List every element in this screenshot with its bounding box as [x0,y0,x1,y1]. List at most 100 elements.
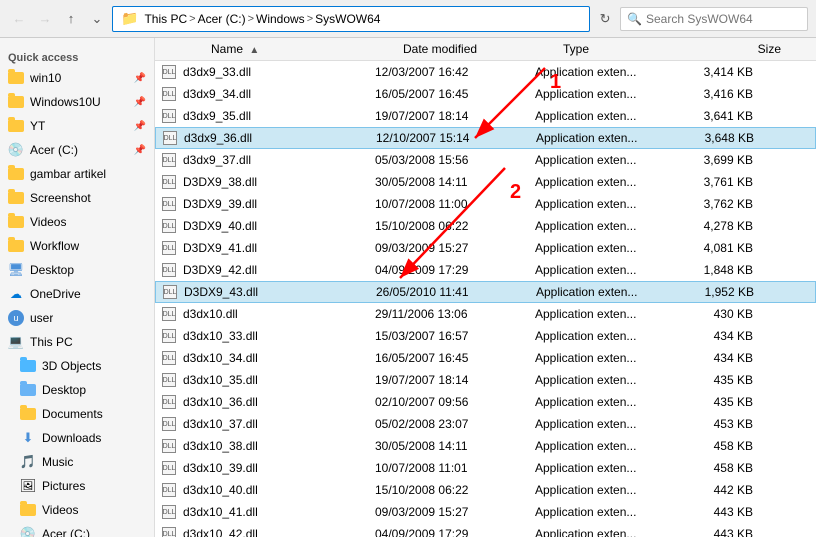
table-row[interactable]: DLL d3dx10.dll 29/11/2006 13:06 Applicat… [155,303,816,325]
file-name: d3dx10_33.dll [183,329,375,343]
music-icon: 🎵 [20,454,36,470]
sidebar-item-videos-pc[interactable]: Videos [0,498,154,522]
file-icon: DLL [155,219,183,233]
table-row[interactable]: DLL D3DX9_43.dll 26/05/2010 11:41 Applic… [155,281,816,303]
sidebar-item-workflow[interactable]: Workflow [0,234,154,258]
folder-icon [8,70,24,86]
sidebar-item-music[interactable]: 🎵 Music [0,450,154,474]
file-date: 29/11/2006 13:06 [375,307,535,321]
file-date: 10/07/2008 11:00 [375,197,535,211]
file-type: Application exten... [535,527,685,537]
file-icon: DLL [155,109,183,123]
sidebar-item-windows10u[interactable]: Windows10U 📌 [0,90,154,114]
file-type: Application exten... [535,395,685,409]
file-size: 1,952 KB [686,285,766,299]
address-bar[interactable]: 📁 This PC > Acer (C:) > Windows > SysWOW… [112,6,590,32]
file-name: D3DX9_40.dll [183,219,375,233]
sidebar-item-yt[interactable]: YT 📌 [0,114,154,138]
table-row[interactable]: DLL d3dx10_42.dll 04/09/2009 17:29 Appli… [155,523,816,537]
file-type: Application exten... [535,307,685,321]
file-type: Application exten... [536,131,686,145]
file-name: d3dx9_33.dll [183,65,375,79]
file-date: 19/07/2007 18:14 [375,109,535,123]
refresh-button[interactable]: ↻ [594,8,616,30]
file-date: 16/05/2007 16:45 [375,87,535,101]
file-name: D3DX9_38.dll [183,175,375,189]
addr-syswow64[interactable]: SysWOW64 [315,12,380,26]
sidebar-item-user[interactable]: u user [0,306,154,330]
table-row[interactable]: DLL d3dx9_35.dll 19/07/2007 18:14 Applic… [155,105,816,127]
table-row[interactable]: DLL d3dx10_33.dll 15/03/2007 16:57 Appli… [155,325,816,347]
header-type[interactable]: Type [563,42,713,56]
file-list[interactable]: Name ▲ Date modified Type Size DLL d3dx9… [155,38,816,537]
file-date: 05/03/2008 15:56 [375,153,535,167]
table-row[interactable]: DLL d3dx10_35.dll 19/07/2007 18:14 Appli… [155,369,816,391]
table-row[interactable]: DLL D3DX9_38.dll 30/05/2008 14:11 Applic… [155,171,816,193]
file-type: Application exten... [535,417,685,431]
file-icon: DLL [155,241,183,255]
table-row[interactable]: DLL D3DX9_40.dll 15/10/2008 06:22 Applic… [155,215,816,237]
file-icon: DLL [155,373,183,387]
file-name: d3dx9_35.dll [183,109,375,123]
file-type: Application exten... [535,439,685,453]
table-row[interactable]: DLL d3dx10_38.dll 30/05/2008 14:11 Appli… [155,435,816,457]
forward-button[interactable]: → [34,8,56,30]
sidebar-item-onedrive[interactable]: ☁ OneDrive [0,282,154,306]
file-type: Application exten... [535,461,685,475]
sidebar-item-documents[interactable]: Documents [0,402,154,426]
file-icon: DLL [155,307,183,321]
search-input[interactable] [646,12,801,26]
table-row[interactable]: DLL d3dx9_34.dll 16/05/2007 16:45 Applic… [155,83,816,105]
file-rows-container: DLL d3dx9_33.dll 12/03/2007 16:42 Applic… [155,61,816,537]
addr-this-pc[interactable]: This PC [144,12,187,26]
file-icon: DLL [155,461,183,475]
header-size[interactable]: Size [713,42,793,56]
table-row[interactable]: DLL D3DX9_39.dll 10/07/2008 11:00 Applic… [155,193,816,215]
sidebar-item-screenshot[interactable]: Screenshot [0,186,154,210]
table-row[interactable]: DLL D3DX9_41.dll 09/03/2009 15:27 Applic… [155,237,816,259]
file-icon: DLL [156,131,184,145]
sidebar-item-desktop[interactable]: 🖥 Desktop [0,258,154,282]
sidebar-item-this-pc[interactable]: 💻 This PC [0,330,154,354]
table-row[interactable]: DLL d3dx9_33.dll 12/03/2007 16:42 Applic… [155,61,816,83]
file-icon: DLL [155,351,183,365]
file-date: 15/10/2008 06:22 [375,219,535,233]
table-row[interactable]: DLL d3dx10_34.dll 16/05/2007 16:45 Appli… [155,347,816,369]
sidebar-item-desktop-pc[interactable]: Desktop [0,378,154,402]
table-row[interactable]: DLL d3dx10_39.dll 10/07/2008 11:01 Appli… [155,457,816,479]
file-name: d3dx9_34.dll [183,87,375,101]
table-row[interactable]: DLL d3dx10_40.dll 15/10/2008 06:22 Appli… [155,479,816,501]
onedrive-icon: ☁ [8,286,24,302]
table-row[interactable]: DLL d3dx9_36.dll 12/10/2007 15:14 Applic… [155,127,816,149]
thispc-icon: 💻 [8,334,24,350]
file-size: 4,278 KB [685,219,765,233]
file-type: Application exten... [535,241,685,255]
back-button[interactable]: ← [8,8,30,30]
sidebar-item-acer-c-quick[interactable]: 💿 Acer (C:) 📌 [0,138,154,162]
table-row[interactable]: DLL d3dx10_36.dll 02/10/2007 09:56 Appli… [155,391,816,413]
sidebar-item-pictures[interactable]: 🖼 Pictures [0,474,154,498]
table-row[interactable]: DLL d3dx9_37.dll 05/03/2008 15:56 Applic… [155,149,816,171]
sidebar-item-win10[interactable]: win10 📌 [0,66,154,90]
file-name: d3dx10_35.dll [183,373,375,387]
table-row[interactable]: DLL D3DX9_42.dll 04/09/2009 17:29 Applic… [155,259,816,281]
sidebar-item-videos-quick[interactable]: Videos [0,210,154,234]
table-row[interactable]: DLL d3dx10_41.dll 09/03/2009 15:27 Appli… [155,501,816,523]
sidebar-item-gambar-artikel[interactable]: gambar artikel [0,162,154,186]
folder-icon [8,94,24,110]
file-date: 04/09/2009 17:29 [375,527,535,537]
sidebar-item-acer-c[interactable]: 💿 Acer (C:) [0,522,154,537]
recent-locations-button[interactable]: ⌄ [86,8,108,30]
file-size: 3,416 KB [685,87,765,101]
addr-acer-c[interactable]: Acer (C:) [198,12,246,26]
up-button[interactable]: ↑ [60,8,82,30]
file-name: d3dx10_42.dll [183,527,375,537]
header-date[interactable]: Date modified [403,42,563,56]
table-row[interactable]: DLL d3dx10_37.dll 05/02/2008 23:07 Appli… [155,413,816,435]
sidebar-item-downloads[interactable]: ⬇ Downloads [0,426,154,450]
file-name: D3DX9_41.dll [183,241,375,255]
file-date: 15/03/2007 16:57 [375,329,535,343]
header-name[interactable]: Name ▲ [183,42,403,56]
addr-windows[interactable]: Windows [256,12,305,26]
sidebar-item-3d-objects[interactable]: 3D Objects [0,354,154,378]
